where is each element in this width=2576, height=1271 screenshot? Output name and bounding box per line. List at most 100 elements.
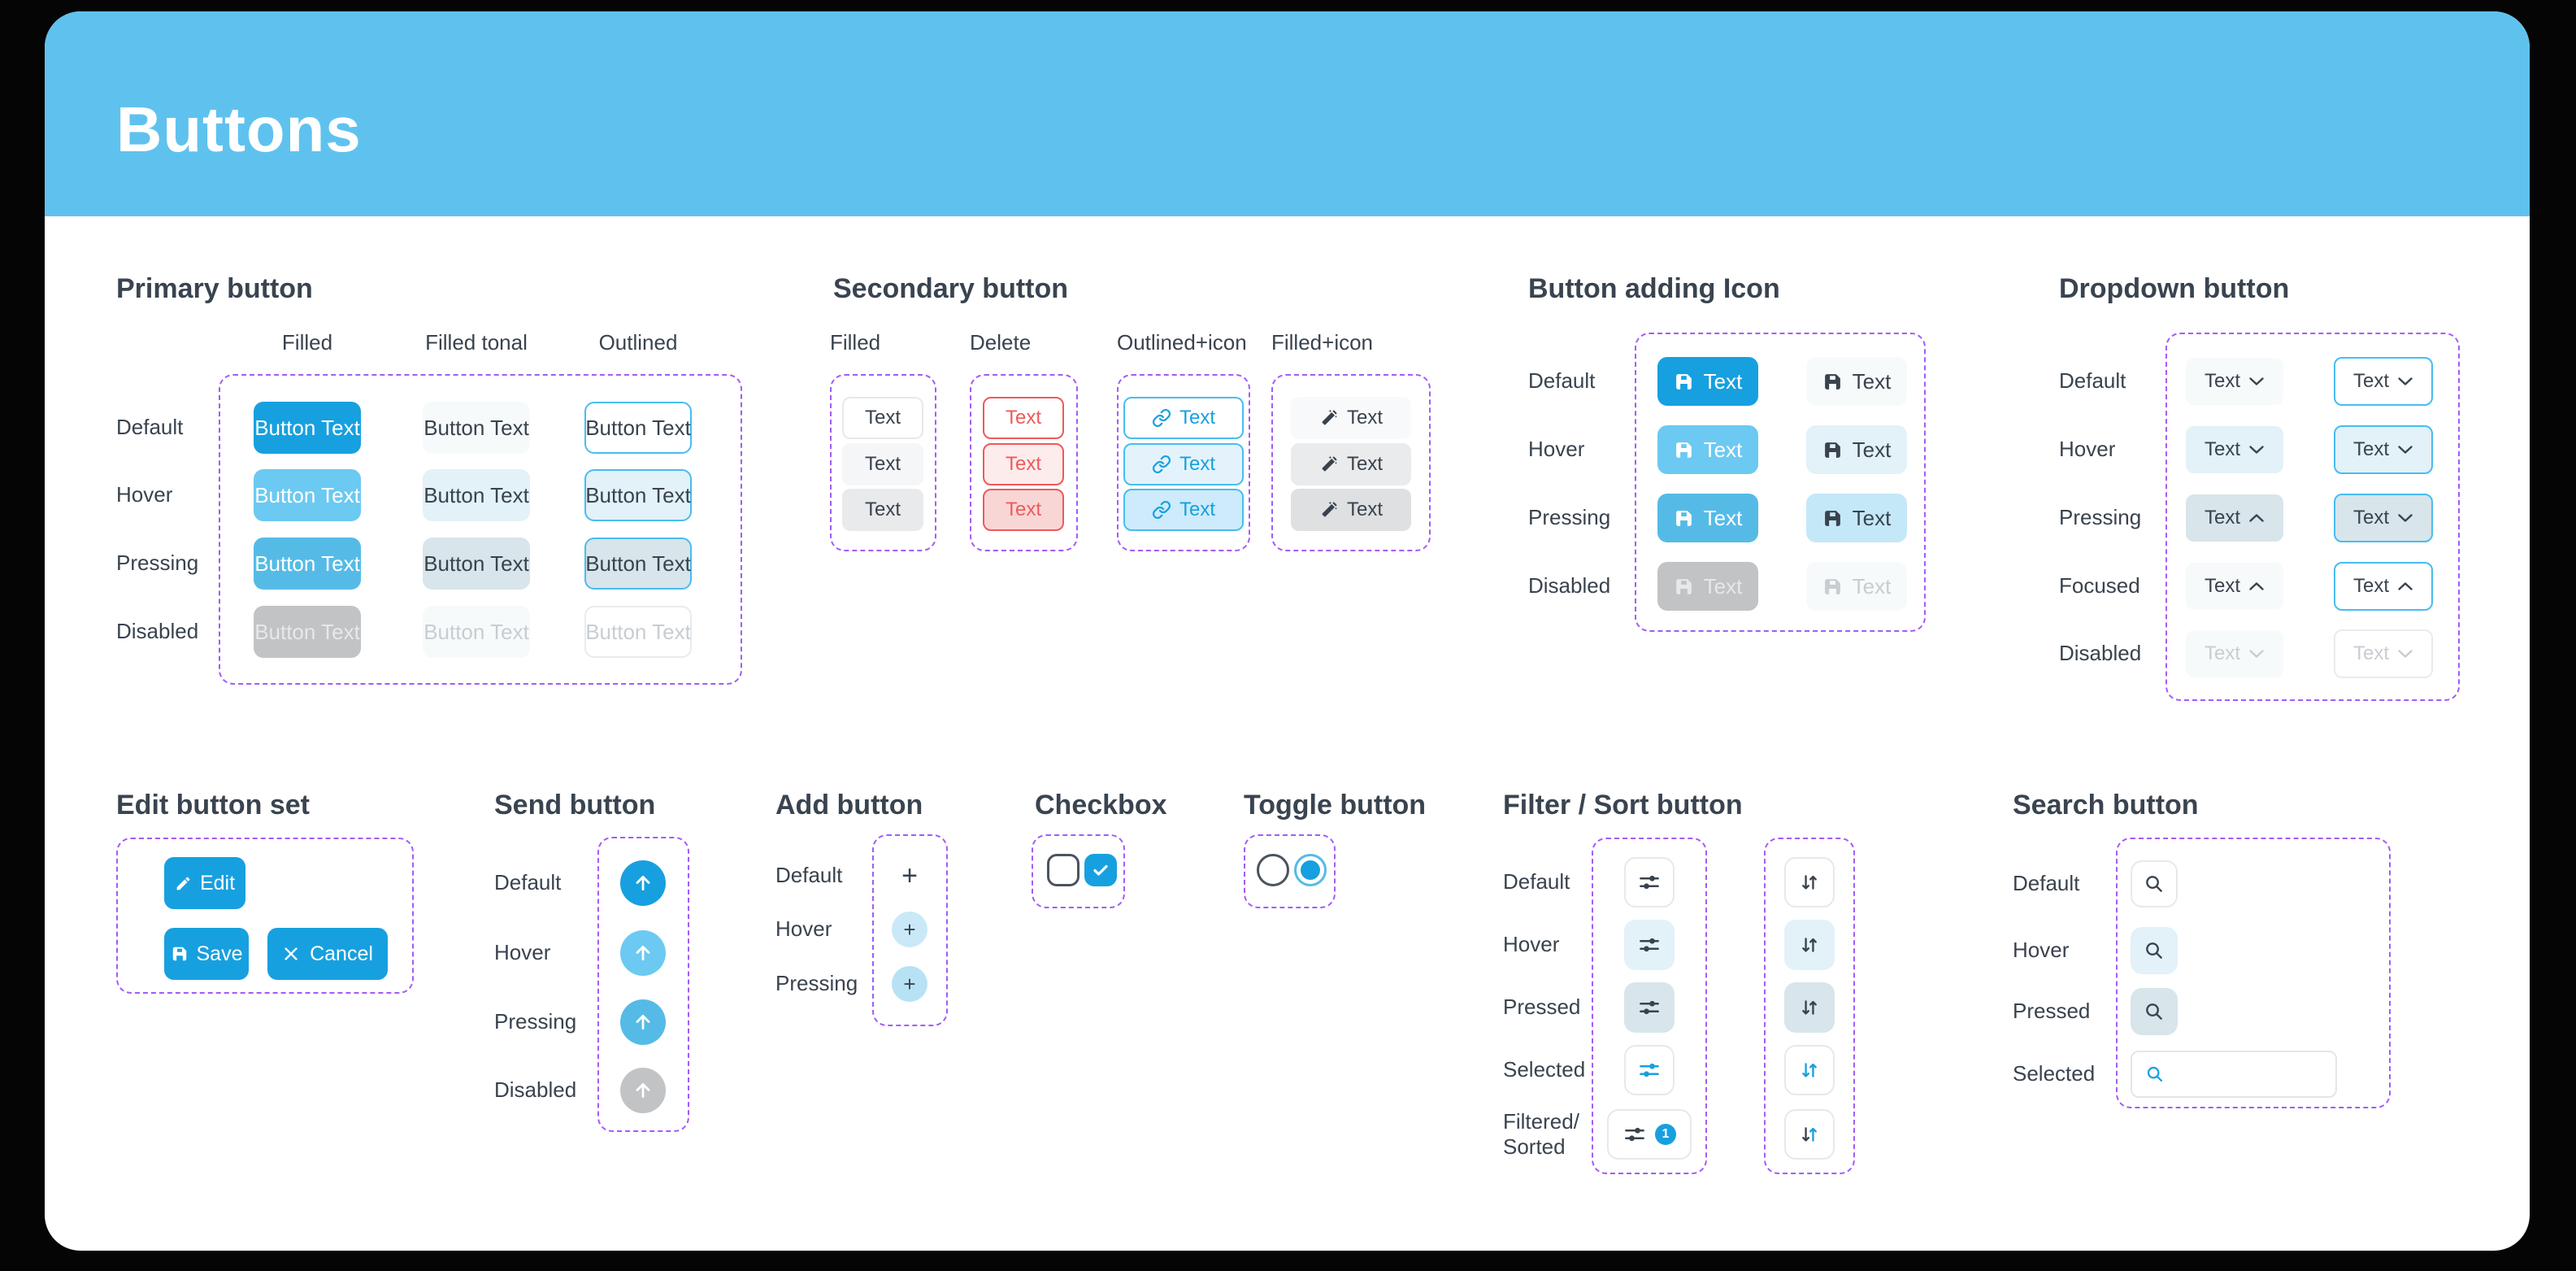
outlined-icon-default-button[interactable]: Text xyxy=(1123,397,1244,439)
filter-default-button[interactable] xyxy=(1624,857,1675,908)
dropdown-tonal-pressing-button[interactable]: Text xyxy=(2186,494,2283,542)
button-label: Text xyxy=(1179,453,1215,476)
delete-hover-button[interactable]: Text xyxy=(983,443,1064,485)
delete-default-button[interactable]: Text xyxy=(983,397,1064,439)
primary-tonal-hover-button[interactable]: Button Text xyxy=(423,469,530,521)
sort-hover-button[interactable] xyxy=(1784,920,1835,970)
link-icon xyxy=(1152,408,1171,428)
secondary-filled-hover-button[interactable]: Text xyxy=(842,443,923,485)
search-default-button[interactable] xyxy=(2131,860,2178,908)
dropdown-outlined-hover-button[interactable]: Text xyxy=(2334,425,2433,474)
button-label: Text xyxy=(1704,369,1743,394)
primary-filled-hover-button[interactable]: Button Text xyxy=(254,469,361,521)
save-button[interactable]: Save xyxy=(164,928,249,980)
add-row-pressing: Pressing xyxy=(775,971,858,996)
button-label: Text xyxy=(2205,438,2240,461)
filter-hover-button[interactable] xyxy=(1624,920,1675,970)
primary-col-outlined: Outlined xyxy=(557,330,719,355)
send-pressing-button[interactable] xyxy=(620,999,666,1045)
filled-icon-pressing-button[interactable]: Text xyxy=(1291,489,1411,531)
icon-tonal-disabled-button: Text xyxy=(1806,562,1907,611)
button-label: Save xyxy=(197,942,243,966)
dropdown-outlined-default-button[interactable]: Text xyxy=(2334,357,2433,406)
icon-filled-hover-button[interactable]: Text xyxy=(1657,425,1758,474)
sort-arrows-icon xyxy=(1798,934,1821,956)
save-icon xyxy=(1822,372,1843,392)
secondary-filled-pressing-button[interactable]: Text xyxy=(842,489,923,531)
dropdown-outlined-disabled-button: Text xyxy=(2334,629,2433,678)
add-pressing-button[interactable]: + xyxy=(892,966,927,1002)
toggle-on[interactable] xyxy=(1294,854,1327,886)
primary-filled-pressing-button[interactable]: Button Text xyxy=(254,538,361,590)
magic-wand-icon xyxy=(1319,408,1339,428)
primary-outlined-pressing-button[interactable]: Button Text xyxy=(584,538,692,590)
filter-sliders-icon xyxy=(1637,933,1662,957)
cancel-button[interactable]: Cancel xyxy=(267,928,388,980)
dropdown-tonal-default-button[interactable]: Text xyxy=(2186,358,2283,405)
search-hover-button[interactable] xyxy=(2131,927,2178,974)
sort-default-button[interactable] xyxy=(1784,857,1835,908)
pencil-icon xyxy=(175,875,192,892)
dropdown-outlined-focused-button[interactable]: Text xyxy=(2334,562,2433,611)
save-icon xyxy=(1674,440,1694,460)
icon-tonal-default-button[interactable]: Text xyxy=(1806,357,1907,406)
sort-arrows-icon xyxy=(1798,871,1821,894)
primary-tonal-disabled-button: Button Text xyxy=(423,606,530,658)
toggle-section-title: Toggle button xyxy=(1244,790,1426,821)
add-default-button[interactable]: + xyxy=(892,858,927,894)
sort-pressed-button[interactable] xyxy=(1784,982,1835,1033)
primary-tonal-pressing-button[interactable]: Button Text xyxy=(423,538,530,590)
add-hover-button[interactable]: + xyxy=(892,912,927,947)
checkbox-unchecked[interactable] xyxy=(1047,854,1079,886)
save-icon xyxy=(1822,577,1843,597)
edit-button[interactable]: Edit xyxy=(164,857,245,909)
button-label: Cancel xyxy=(310,942,373,966)
chevron-up-icon xyxy=(2248,513,2265,523)
button-label: Text xyxy=(2353,507,2389,529)
icon-tonal-hover-button[interactable]: Text xyxy=(1806,425,1907,474)
button-label: Text xyxy=(2205,642,2240,665)
filtered-label-line1: Filtered/ xyxy=(1503,1109,1579,1134)
filter-row-pressed: Pressed xyxy=(1503,995,1580,1020)
primary-filled-default-button[interactable]: Button Text xyxy=(254,402,361,454)
chevron-down-icon xyxy=(2397,649,2413,659)
icon-tonal-pressing-button[interactable]: Text xyxy=(1806,494,1907,542)
outlined-icon-pressing-button[interactable]: Text xyxy=(1123,489,1244,531)
icon-filled-default-button[interactable]: Text xyxy=(1657,357,1758,406)
save-icon xyxy=(1674,372,1694,392)
checkbox-checked[interactable] xyxy=(1084,854,1117,886)
icon-filled-pressing-button[interactable]: Text xyxy=(1657,494,1758,542)
primary-outlined-default-button[interactable]: Button Text xyxy=(584,402,692,454)
secondary-filled-default-button[interactable]: Text xyxy=(842,397,923,439)
filter-pressed-button[interactable] xyxy=(1624,982,1675,1033)
dropdown-tonal-focused-button[interactable]: Text xyxy=(2186,563,2283,610)
chevron-down-icon xyxy=(2397,513,2413,523)
outlined-icon-hover-button[interactable]: Text xyxy=(1123,443,1244,485)
filled-icon-hover-button[interactable]: Text xyxy=(1291,443,1411,485)
search-row-selected: Selected xyxy=(2013,1061,2095,1086)
send-hover-button[interactable] xyxy=(620,930,666,976)
filter-row-hover: Hover xyxy=(1503,932,1559,957)
button-label: Text xyxy=(1853,437,1892,463)
filtered-label-line2: Sorted xyxy=(1503,1134,1579,1160)
primary-section-title: Primary button xyxy=(116,273,313,305)
secondary-col-filled: Filled xyxy=(830,330,880,355)
search-pressed-button[interactable] xyxy=(2131,988,2178,1035)
dropdown-outlined-pressing-button[interactable]: Text xyxy=(2334,494,2433,542)
primary-outlined-hover-button[interactable]: Button Text xyxy=(584,469,692,521)
send-default-button[interactable] xyxy=(620,860,666,906)
filled-icon-default-button[interactable]: Text xyxy=(1291,397,1411,439)
search-selected-input[interactable] xyxy=(2131,1051,2337,1098)
primary-tonal-default-button[interactable]: Button Text xyxy=(423,402,530,454)
toggle-off[interactable] xyxy=(1257,854,1289,886)
sort-sorted-button[interactable] xyxy=(1784,1109,1835,1160)
button-label: Text xyxy=(1853,574,1892,599)
button-label: Text xyxy=(1704,506,1743,531)
filter-selected-button[interactable] xyxy=(1624,1045,1675,1095)
delete-pressing-button[interactable]: Text xyxy=(983,489,1064,531)
filter-filtered-button[interactable]: 1 xyxy=(1607,1109,1692,1160)
sort-selected-button[interactable] xyxy=(1784,1045,1835,1095)
magic-wand-icon xyxy=(1319,500,1339,520)
dropdown-tonal-hover-button[interactable]: Text xyxy=(2186,426,2283,473)
dropdown-tonal-disabled-button: Text xyxy=(2186,630,2283,677)
